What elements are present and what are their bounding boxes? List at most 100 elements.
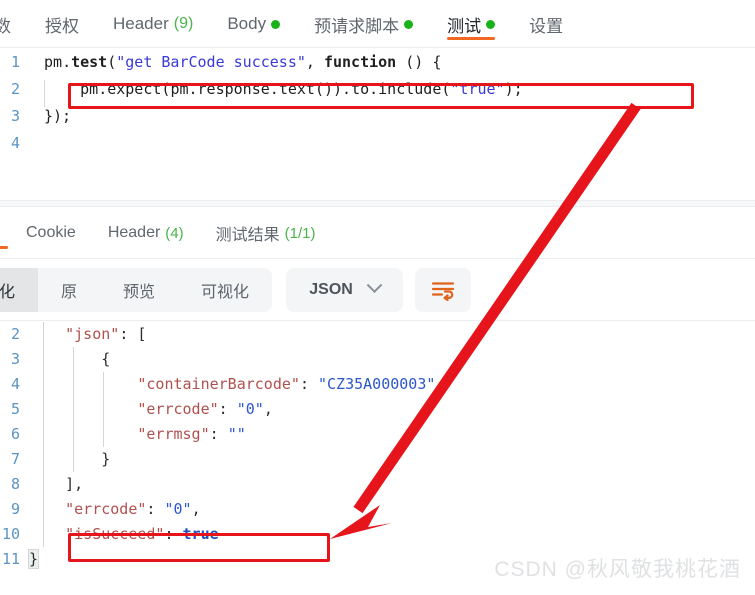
format-select[interactable]: JSON	[286, 267, 404, 312]
request-tab-count: (9)	[173, 15, 194, 32]
indent-guide	[73, 371, 74, 397]
chevron-down-icon	[366, 277, 383, 294]
request-tab-label: Body	[227, 14, 267, 33]
request-tab-6[interactable]: 设置	[512, 0, 580, 48]
view-mode-1[interactable]: 原	[38, 268, 100, 312]
wrap-text-button[interactable]	[415, 267, 472, 312]
response-viewer-toolbar: 化原预览 可视化 JSON	[0, 259, 755, 321]
json-token: ,	[191, 499, 201, 518]
json-line-number: 10	[1, 524, 20, 543]
indent-guide	[73, 421, 74, 447]
json-line: 9 "errcode": "0",	[0, 496, 755, 522]
code-line: 3});	[0, 102, 755, 129]
response-tab-3[interactable]: 测试结果 (1/1)	[200, 207, 332, 259]
json-line-text: {	[29, 346, 755, 372]
code-token: include	[378, 79, 442, 98]
request-tab-0[interactable]: 数	[0, 0, 28, 48]
test-script-editor[interactable]: 1 pm.test("get BarCode success", function…	[0, 48, 755, 200]
json-line-number: 9	[10, 499, 20, 518]
status-dot-icon	[486, 19, 496, 29]
json-line-text: }	[29, 446, 755, 472]
indent-guide	[43, 371, 44, 397]
json-line-number: 7	[10, 449, 20, 468]
json-line-number: 6	[10, 424, 20, 443]
csdn-watermark: CSDN @秋风敬我桃花酒	[494, 558, 741, 581]
json-line-text: "errcode": "0",	[29, 496, 755, 522]
request-tab-2[interactable]: Header (9)	[96, 0, 210, 48]
json-line-text: "errcode": "0",	[29, 396, 755, 422]
code-token: pm	[170, 79, 189, 98]
view-mode-3[interactable]: 可视化	[178, 268, 272, 312]
json-line: 5 "errcode": "0",	[0, 396, 755, 422]
app-root: 数授权 Header (9) Body 预请求脚本 测试 设置 1 pm.test("get …	[0, 0, 755, 595]
json-line: 7 }	[0, 446, 755, 472]
active-tab-underline	[447, 37, 496, 40]
code-line-number: 2	[10, 79, 20, 98]
code-token: });	[44, 106, 72, 125]
json-token: :	[299, 374, 318, 393]
indent-guide	[43, 446, 44, 472]
request-tab-5[interactable]: 测试	[430, 0, 512, 48]
code-token: to	[351, 79, 370, 98]
response-tab-1[interactable]: Cookie	[10, 207, 92, 259]
json-token: }	[29, 449, 111, 468]
json-token: :	[209, 424, 228, 443]
view-mode-2[interactable]: 预览	[100, 268, 178, 312]
json-line-number: 5	[10, 399, 20, 418]
code-token: ,	[305, 52, 324, 71]
wrap-text-icon	[431, 281, 455, 301]
json-token: :	[146, 499, 165, 518]
request-tab-3[interactable]: Body	[210, 0, 297, 48]
code-line: 2 pm.expect(pm.response.text()).to.inclu…	[0, 75, 755, 107]
json-token: true	[182, 524, 219, 543]
code-token: .	[62, 52, 72, 71]
code-line-number: 1	[10, 52, 20, 71]
json-line: 3 {	[0, 346, 755, 372]
indent-guide	[43, 396, 44, 422]
json-line: 2 "json": [	[0, 321, 755, 347]
request-tab-1[interactable]: 授权	[28, 0, 96, 48]
code-token: expect	[107, 79, 162, 98]
request-tab-label: 设置	[529, 16, 564, 36]
code-token: "true"	[450, 79, 505, 98]
indent-guide	[43, 471, 44, 497]
indent-guide	[73, 396, 74, 422]
json-line-number: 8	[10, 474, 20, 493]
code-token: "get BarCode success"	[116, 52, 306, 71]
response-tab-count: (1/1)	[284, 224, 316, 242]
status-dot-icon	[404, 19, 414, 29]
request-tab-4[interactable]: 预请求脚本	[297, 0, 430, 48]
json-line-number: 2	[10, 324, 20, 343]
json-line-text: "errmsg": ""	[29, 421, 755, 447]
code-line-text: });	[30, 107, 755, 125]
view-mode-0[interactable]: 化	[0, 267, 39, 312]
json-token: "containerBarcode"	[137, 374, 300, 393]
json-token: "isSucceed"	[65, 524, 165, 543]
view-mode-segmented-control[interactable]: 化原预览 可视化	[0, 267, 273, 312]
json-token: }	[27, 548, 40, 569]
request-tab-label: 测试	[447, 16, 482, 36]
code-token: );	[504, 79, 523, 98]
pane-divider	[0, 200, 755, 207]
indent-guide	[103, 396, 104, 422]
code-line-text: pm.expect(pm.response.text()).to.include…	[30, 79, 755, 107]
code-line-number: 4	[10, 133, 20, 152]
indent-guide	[103, 421, 104, 447]
code-token: pm	[44, 52, 63, 71]
response-tab-0[interactable]: y	[0, 207, 10, 259]
json-token: ""	[227, 424, 246, 443]
code-line: 4	[0, 129, 755, 156]
response-tab-bar: yCookieHeader(4)测试结果(1/1)	[0, 207, 755, 259]
code-line: 1 pm.test("get BarCode success", function…	[0, 48, 755, 75]
response-tab-2[interactable]: Header (4)	[92, 207, 200, 259]
json-line: 6 "errmsg": ""	[0, 421, 755, 447]
response-tab-label: 测试结果	[215, 227, 280, 244]
json-line-number: 3	[10, 349, 20, 368]
format-select-value: JSON	[309, 280, 353, 298]
json-token: "errcode"	[137, 399, 219, 418]
json-token: ],	[29, 474, 84, 493]
json-line-number: 11	[1, 549, 20, 568]
